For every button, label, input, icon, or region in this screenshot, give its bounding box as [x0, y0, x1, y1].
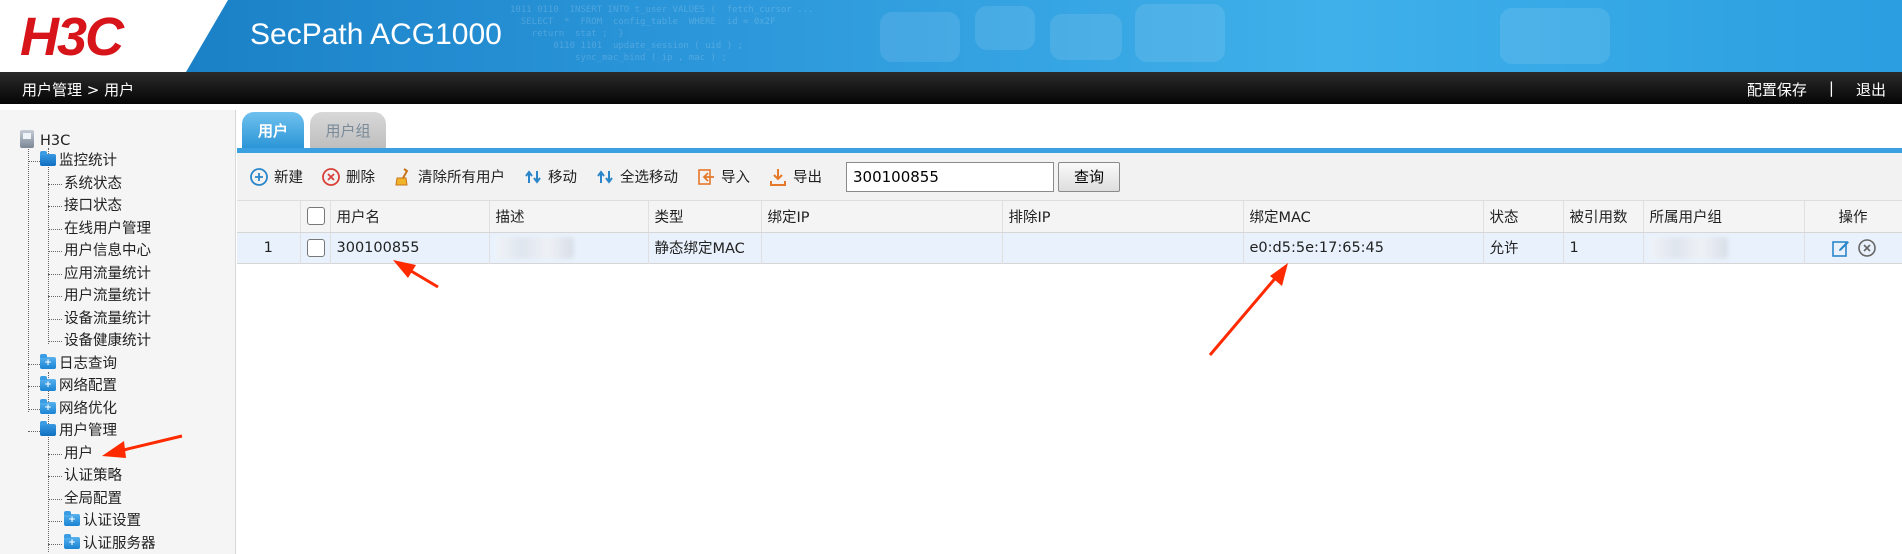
header-select-all[interactable]	[300, 201, 331, 233]
export-button[interactable]: 导出	[768, 166, 822, 187]
row-index: 1	[237, 232, 301, 263]
cell-ref-count: 1	[1563, 232, 1644, 263]
redacted-description	[495, 236, 574, 259]
edit-icon[interactable]	[1831, 238, 1851, 258]
header-bind-ip[interactable]: 绑定IP	[761, 201, 1003, 233]
header-description[interactable]: 描述	[489, 201, 649, 233]
add-circle-icon	[250, 167, 268, 186]
users-table: 用户名 描述 类型 绑定IP 排除IP 绑定MAC 状态 被引用数 所属用户组 …	[237, 201, 1902, 264]
clear-all-users-button[interactable]: 清除所有用户	[393, 166, 505, 187]
cell-bind-mac: e0:d5:5e:17:65:45	[1243, 232, 1484, 263]
tree-item-network-optimize[interactable]: + 网络优化	[40, 399, 117, 419]
new-button[interactable]: 新建	[249, 166, 303, 187]
folder-closed-icon: +	[64, 534, 80, 549]
sidebar: H3C 监控统计 系统状态 接口状态 在线用户管理 用户信息中心 应用流量统计 …	[0, 110, 236, 554]
row-select[interactable]	[300, 232, 331, 263]
topbar-actions: 配置保存 | 退出	[1745, 79, 1888, 100]
tab-bar: 用户 用户组	[242, 112, 386, 150]
folder-closed-icon: +	[40, 399, 56, 414]
header-bind-mac[interactable]: 绑定MAC	[1243, 201, 1484, 233]
import-icon	[698, 168, 714, 185]
tree-item-device-traffic[interactable]: 设备流量统计	[64, 309, 151, 329]
import-button[interactable]: 导入	[696, 166, 750, 187]
table-row[interactable]: 1 300100855 静态绑定MAC e0:d5:5e:17:65:45 允许…	[237, 232, 1902, 263]
delete-circle-icon	[322, 167, 340, 186]
cell-exclude-ip	[1002, 232, 1244, 263]
cell-description	[489, 232, 649, 263]
move-button[interactable]: 移动	[523, 166, 577, 187]
tree-item-auth-policy[interactable]: 认证策略	[64, 466, 122, 486]
cell-actions	[1804, 232, 1902, 263]
row-checkbox[interactable]	[306, 238, 325, 257]
topbar-separator: |	[1828, 79, 1834, 97]
folder-closed-icon: +	[40, 376, 56, 391]
tree-item-log-query[interactable]: + 日志查询	[40, 354, 117, 374]
broom-icon	[395, 167, 409, 185]
logo-area: H3C	[0, 0, 228, 72]
tab-user-groups[interactable]: 用户组	[310, 112, 386, 150]
save-config-link[interactable]: 配置保存	[1745, 79, 1809, 100]
tree-item-monitoring[interactable]: 监控统计	[40, 151, 117, 171]
tree-item-online-users[interactable]: 在线用户管理	[64, 219, 151, 239]
tab-users[interactable]: 用户	[242, 112, 304, 150]
tree-item-auth-settings[interactable]: + 认证设置	[64, 511, 141, 531]
tree-root-h3c[interactable]: H3C	[20, 130, 70, 150]
tree-item-global-config[interactable]: 全局配置	[64, 489, 122, 509]
tree-item-app-traffic[interactable]: 应用流量统计	[64, 264, 151, 284]
tree-item-auth-server[interactable]: + 认证服务器	[64, 534, 156, 554]
tree-item-user-management[interactable]: 用户管理	[40, 421, 117, 441]
export-download-icon	[770, 168, 786, 186]
cell-status: 允许	[1483, 232, 1564, 263]
tree-item-user-traffic[interactable]: 用户流量统计	[64, 286, 151, 306]
header-status[interactable]: 状态	[1483, 201, 1564, 233]
folder-closed-icon: +	[64, 511, 80, 526]
move-arrows-icon	[525, 169, 541, 184]
header-actions: 操作	[1804, 201, 1902, 233]
header-code-decoration: 1011 0110 INSERT INTO t_user VALUES ( fe…	[510, 5, 814, 63]
cell-type: 静态绑定MAC	[648, 232, 762, 263]
breadcrumb: 用户管理 > 用户	[22, 81, 135, 99]
search-button[interactable]: 查询	[1058, 161, 1120, 192]
tree-item-device-health[interactable]: 设备健康统计	[64, 331, 151, 351]
folder-closed-icon: +	[40, 354, 56, 369]
top-nav-bar: 用户管理 > 用户 配置保存 | 退出	[0, 72, 1902, 104]
tree-item-users[interactable]: 用户	[64, 444, 93, 464]
search-input[interactable]	[846, 161, 1054, 192]
tree-item-interface-status[interactable]: 接口状态	[64, 196, 122, 216]
main-content: 用户 用户组 新建 删除 清除所有用户 移动 全选移动 导入 导出 300100…	[237, 110, 1902, 554]
cell-username: 300100855	[330, 232, 490, 263]
app-header: 1011 0110 INSERT INTO t_user VALUES ( fe…	[0, 0, 1902, 72]
header-exclude-ip[interactable]: 排除IP	[1002, 201, 1244, 233]
redacted-group	[1649, 236, 1728, 259]
delete-button[interactable]: 删除	[321, 166, 375, 187]
select-all-checkbox[interactable]	[306, 207, 325, 226]
header-type[interactable]: 类型	[648, 201, 762, 233]
folder-open-icon	[40, 151, 56, 166]
cell-bind-ip	[761, 232, 1003, 263]
move-arrows-icon	[597, 169, 613, 184]
product-title: SecPath ACG1000	[250, 18, 502, 51]
table-header-row: 用户名 描述 类型 绑定IP 排除IP 绑定MAC 状态 被引用数 所属用户组 …	[237, 201, 1902, 233]
folder-open-icon	[40, 421, 56, 436]
header-user-group[interactable]: 所属用户组	[1643, 201, 1805, 233]
header-ref-count[interactable]: 被引用数	[1563, 201, 1644, 233]
tree-item-network-config[interactable]: + 网络配置	[40, 376, 117, 396]
cell-user-group	[1643, 232, 1805, 263]
delete-row-icon[interactable]	[1857, 238, 1877, 258]
header-index	[237, 201, 301, 233]
tree-item-system-status[interactable]: 系统状态	[64, 174, 122, 194]
computer-icon	[20, 130, 34, 148]
tree-item-user-info-center[interactable]: 用户信息中心	[64, 241, 151, 261]
logout-link[interactable]: 退出	[1854, 79, 1888, 100]
header-username[interactable]: 用户名	[330, 201, 490, 233]
h3c-logo: H3C	[20, 7, 124, 67]
move-all-button[interactable]: 全选移动	[595, 166, 678, 187]
toolbar: 新建 删除 清除所有用户 移动 全选移动 导入 导出 300100855 查询	[237, 153, 1902, 201]
